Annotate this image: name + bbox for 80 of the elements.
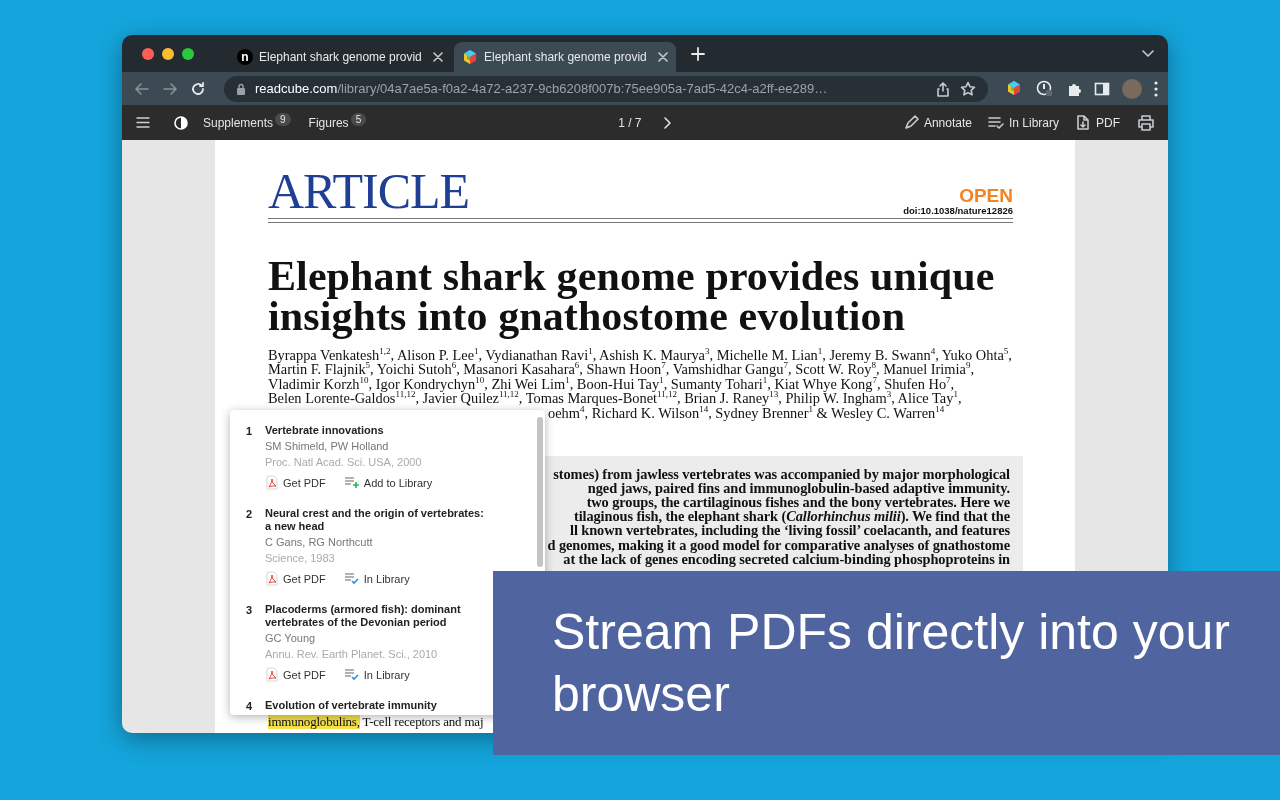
list-plus-icon <box>343 476 359 489</box>
toolbar-button[interactable]: PDF <box>1075 115 1120 130</box>
in-library-button[interactable]: In Library <box>343 667 410 682</box>
abstract-text: nged jaws, paired fins and immunoglobulin-based adaptive immunity. <box>587 481 1010 496</box>
in-library-button[interactable]: In Library <box>343 571 410 586</box>
get-pdf-button[interactable]: Get PDF <box>265 475 326 490</box>
address-bar[interactable]: readcube.com/library/04a7ae5a-f0a2-4a72-a237-9cb6208f007b:75ee905a-7ad5-42c4-a2ff-ee289… <box>224 75 988 102</box>
reference-authors: SM Shimeld, PW Holland <box>265 439 390 454</box>
abstract-text: d genomes, making it a good model for comparative analyses of gnathostome <box>547 537 1010 552</box>
author-list: Byrappa Venkatesh$^{1,2}$, Alison P. Lee$^{1}$, Vydianathan Ravi$^{1}$, Ashish K. Maurya$^{3}$, Michelle M. Lian$^{1}$, Jeremy B. Swann$^{4}$, Yuko Ohta$^{5}$, <box>268 348 1012 363</box>
reference-number: 3 <box>246 603 254 618</box>
count-badge: 5 <box>350 113 367 126</box>
reference-number: 2 <box>246 507 254 522</box>
minimize-button[interactable] <box>162 47 174 60</box>
reference-authors: C Gans, RG Northcutt <box>265 535 374 550</box>
file-icon <box>1075 115 1091 130</box>
password-manager-icon[interactable] <box>1036 79 1054 98</box>
list-check-icon <box>343 572 359 585</box>
browser-tab[interactable]: n Elephant shark genome provid <box>229 42 451 72</box>
reference-source: Proc. Natl Acad. Sci. USA, 2000 <box>265 455 423 470</box>
share-icon[interactable] <box>935 80 951 97</box>
reference-source: Annu. Rev. Earth Planet. Sci., 2010 <box>265 647 439 662</box>
close-icon[interactable] <box>658 52 668 62</box>
sidebar-icon[interactable] <box>1094 80 1110 97</box>
url-text: readcube.com/library/04a7ae5a-f0a2-4a72-a237-9cb6208f007b:75ee905a-7ad5-42c4-a2ff-ee289… <box>255 81 829 96</box>
more-icon[interactable] <box>1154 80 1158 97</box>
toolbar-link[interactable]: Figures 5 <box>308 115 367 130</box>
reference-title[interactable]: Evolution of vertebrate immunity <box>265 699 491 712</box>
abstract-text: ll known vertebrates, including the ‘living fossil’ coelacanth, and features <box>570 523 1010 538</box>
abstract-text: stomes) from jawless vertebrates was accompanied by major morphological <box>553 467 1010 482</box>
get-pdf-button[interactable]: Get PDF <box>265 571 326 586</box>
reference-authors: GC Young <box>265 631 317 646</box>
scrollbar-thumb[interactable] <box>537 417 543 567</box>
reload-icon[interactable] <box>190 80 206 97</box>
get-pdf-button[interactable]: Get PDF <box>265 667 326 682</box>
body-text: immunoglobulins, T-cell receptors and maj <box>268 715 484 730</box>
toolbar-button[interactable]: In Library <box>987 115 1059 130</box>
author-list: Belen Lorente-Galdos$^{11,12}$, Javier Quilez$^{11,12}$, Tomas Marques-Bonet$^{11,12}$, Brian J. Raney$^{13}$, Philip W. Ingham$^{3}$, Alice Tay$^{1}$, <box>268 391 962 406</box>
article-type: ARTICLE <box>268 166 470 216</box>
forward-arrow-icon[interactable] <box>162 80 178 97</box>
star-icon[interactable] <box>960 80 976 97</box>
chevron-right-icon[interactable] <box>663 116 671 129</box>
menu-icon[interactable] <box>136 116 150 129</box>
plus-icon[interactable] <box>691 46 705 61</box>
author-list: Vladimir Korzh$^{10}$, Igor Kondrychyn$^{10}$, Zhi Wei Lim$^{1}$, Boon-Hui Tay$^{1}$, Sumanty Tohari$^{1}$, Kiat Whye Kong$^{7}$, Shufen Ho$^{7}$, <box>268 376 955 392</box>
toolbar-link[interactable]: Supplements 9 <box>203 115 291 130</box>
printer-icon[interactable] <box>1138 114 1154 131</box>
back-arrow-icon[interactable] <box>134 80 150 97</box>
reference-source: Science, 1983 <box>265 551 336 566</box>
banner-headline: Stream PDFs directly into your browser <box>552 603 1231 724</box>
favicon: n <box>237 49 253 65</box>
reference-number: 4 <box>246 699 254 714</box>
pdf-icon <box>265 475 278 490</box>
chevron-down-icon[interactable] <box>1142 50 1154 57</box>
list-check-icon <box>987 115 1004 130</box>
add-to-library-button[interactable]: Add to Library <box>343 475 433 490</box>
close-button[interactable] <box>142 47 154 60</box>
author-list: Martin F. Flajnik$^{5}$, Yoichi Sutoh$^{6}$, Masanori Kasahara$^{6}$, Shawn Hoon$^{7}$, Vamshidhar Gangu$^{7}$, Scott W. Roy$^{8}$, Manuel Irimia$^{9}$, <box>268 362 975 377</box>
zoom-button[interactable] <box>182 47 194 60</box>
author-list: oehm$^{4}$, Richard K. Wilson$^{14}$, Sydney Brenner$^{1}$ & Wesley C. Warren$^{14}$ <box>548 405 945 421</box>
reference-title[interactable]: Placoderms (armored fish): dominant vertebrates of the Devonian period <box>265 603 491 629</box>
pdf-icon <box>265 667 278 682</box>
abstract-text: tilaginous fish, the elephant shark (Callorhinchus milii). We find that the <box>573 509 1010 524</box>
page-indicator: 1 / 7 <box>618 115 642 130</box>
reference-title[interactable]: Neural crest and the origin of vertebrates: a new head <box>265 507 491 533</box>
close-icon[interactable] <box>433 52 443 62</box>
access-label: OPEN <box>958 186 1013 205</box>
reference-number: 1 <box>246 424 254 439</box>
browser-tab[interactable]: Elephant shark genome provid <box>454 42 676 72</box>
reference-title[interactable]: Vertebrate innovations <box>265 424 491 437</box>
contrast-icon[interactable] <box>174 115 188 130</box>
cube-icon <box>462 49 478 65</box>
count-badge: 9 <box>275 113 291 126</box>
pdf-icon <box>265 571 278 586</box>
list-check-icon <box>343 668 359 681</box>
pen-icon <box>902 115 919 130</box>
lock-icon <box>236 82 246 95</box>
toolbar-button[interactable]: Annotate <box>902 115 972 130</box>
abstract-text: two groups, the cartilaginous fishes and the bony vertebrates. Here we <box>586 495 1010 510</box>
doi-text: doi:10.1038/nature12826 <box>903 205 1013 216</box>
